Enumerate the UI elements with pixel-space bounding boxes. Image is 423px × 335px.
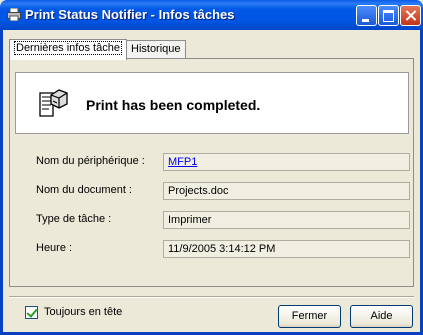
minimize-button[interactable] xyxy=(356,5,377,26)
close-button[interactable]: Fermer xyxy=(278,305,341,328)
help-button[interactable]: Aide xyxy=(350,305,413,328)
tab-label: Dernières infos tâche xyxy=(14,41,122,55)
always-on-top-checkbox[interactable] xyxy=(25,306,38,319)
device-name-label: Nom du périphérique : xyxy=(36,155,145,167)
tab-label: Historique xyxy=(131,43,181,55)
divider xyxy=(9,296,414,298)
close-window-button[interactable] xyxy=(400,5,421,26)
document-name-label: Nom du document : xyxy=(36,184,132,196)
job-type-field: Imprimer xyxy=(163,211,410,229)
status-message: Print has been completed. xyxy=(86,97,261,113)
status-message-box: Print has been completed. xyxy=(15,72,409,134)
tab-history[interactable]: Historique xyxy=(126,40,186,58)
window-title: Print Status Notifier - Infos tâches xyxy=(25,7,235,22)
printer-icon xyxy=(7,8,21,21)
device-name-link[interactable]: MFP1 xyxy=(168,156,197,168)
document-printer-icon xyxy=(39,89,68,117)
maximize-button[interactable] xyxy=(378,5,399,26)
tab-latest-job-info[interactable]: Dernières infos tâche xyxy=(9,39,127,60)
time-field: 11/9/2005 3:14:12 PM xyxy=(163,240,410,258)
device-name-field: MFP1 xyxy=(163,153,410,171)
document-name-field: Projects.doc xyxy=(163,182,410,200)
always-on-top-label[interactable]: Toujours en tête xyxy=(44,306,122,318)
title-bar[interactable]: Print Status Notifier - Infos tâches xyxy=(0,0,423,30)
window-border-left xyxy=(0,30,3,335)
time-label: Heure : xyxy=(36,242,73,254)
job-type-label: Type de tâche : xyxy=(36,213,112,225)
